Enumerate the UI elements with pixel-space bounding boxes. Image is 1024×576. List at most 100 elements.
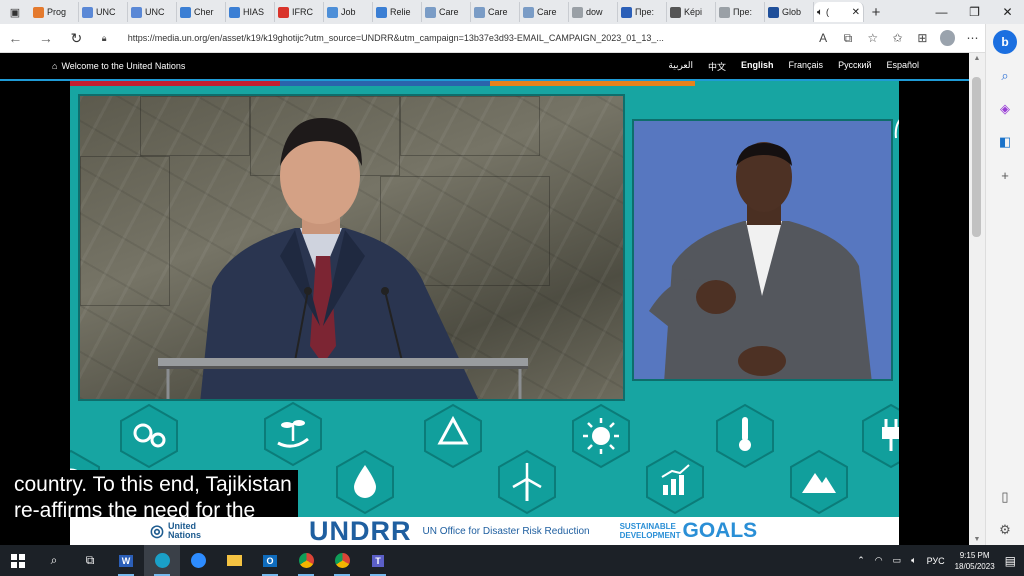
- tab-label: UNC: [96, 7, 116, 17]
- speaker-figure: [158, 118, 528, 399]
- tab-12[interactable]: Пре:: [618, 2, 667, 22]
- chrome-icon[interactable]: [288, 545, 324, 576]
- tab-15[interactable]: Glob: [765, 2, 814, 22]
- tab-11[interactable]: dow: [569, 2, 618, 22]
- document-icon: [719, 6, 730, 18]
- word-icon[interactable]: W: [108, 545, 144, 576]
- water-drop-icon: [336, 449, 394, 515]
- more-menu-icon[interactable]: ⋯: [960, 31, 985, 45]
- interpreter-figure: [649, 142, 872, 379]
- screen: ▣ Prog UNC UNC Cher HIAS IFRC Job Relie Care Care…: [0, 0, 1024, 576]
- clock[interactable]: 9:15 PM 18/05/2023: [955, 550, 995, 572]
- volume-icon[interactable]: 🔈︎: [911, 555, 916, 566]
- welcome-text: Welcome to the United Nations: [61, 61, 186, 71]
- tab-9[interactable]: Care: [471, 2, 520, 22]
- tab-label: Care: [439, 7, 459, 17]
- teams-icon[interactable]: T: [360, 545, 396, 576]
- language-link[interactable]: العربية: [668, 60, 693, 73]
- sidebar-toggle-icon[interactable]: ▯: [994, 486, 1016, 508]
- close-tab-icon[interactable]: ✕: [852, 7, 860, 18]
- scroll-thumb[interactable]: [972, 77, 981, 237]
- search-icon[interactable]: ⌕: [994, 65, 1016, 87]
- start-button[interactable]: [0, 553, 36, 568]
- tab-10[interactable]: Care: [520, 2, 569, 22]
- windows-icon[interactable]: [11, 553, 25, 568]
- app-available-icon[interactable]: ⧉: [836, 31, 861, 46]
- shopping-icon[interactable]: ◈: [994, 98, 1016, 120]
- minimize-button[interactable]: —: [925, 5, 958, 19]
- tab-2[interactable]: UNC: [128, 2, 177, 22]
- tab-8[interactable]: Care: [422, 2, 471, 22]
- sdg-line1: SUSTAINABLE: [619, 522, 676, 531]
- add-icon[interactable]: +: [994, 164, 1016, 186]
- tab-1[interactable]: UNC: [79, 2, 128, 22]
- speaker-video[interactable]: [78, 94, 625, 401]
- language-link[interactable]: Français: [789, 60, 824, 73]
- chrome-icon[interactable]: [324, 545, 360, 576]
- tab-actions-icon[interactable]: ▣: [0, 0, 30, 24]
- page-scrollbar[interactable]: ▲ ▼: [969, 53, 985, 545]
- language-link[interactable]: 中文: [708, 60, 726, 73]
- maximize-button[interactable]: ❐: [958, 5, 991, 19]
- chevron-up-icon[interactable]: ⌃: [857, 555, 865, 566]
- lock-icon[interactable]: 🔒︎: [102, 33, 114, 44]
- speaker-icon[interactable]: 🔈︎: [817, 7, 823, 18]
- sign-language-video[interactable]: [632, 119, 893, 381]
- zoom-icon[interactable]: [180, 545, 216, 576]
- tab-4[interactable]: HIAS: [226, 2, 275, 22]
- notifications-icon[interactable]: ▤: [1005, 554, 1016, 568]
- edge-sidebar: b ⌕ ◈ ◧ + ▯ ⚙: [985, 24, 1024, 545]
- new-tab-button[interactable]: +: [864, 4, 888, 21]
- tab-13[interactable]: Képi: [667, 2, 716, 22]
- favorites-icon[interactable]: ✩: [885, 31, 910, 45]
- grid-icon: [229, 6, 240, 18]
- language-link[interactable]: English: [741, 60, 774, 73]
- language-link[interactable]: Русский: [838, 60, 871, 73]
- un-icon: [768, 6, 779, 18]
- tab-3[interactable]: Cher: [177, 2, 226, 22]
- network-icon[interactable]: ◠: [875, 555, 883, 566]
- language-link[interactable]: Español: [886, 60, 919, 73]
- favorite-star-icon[interactable]: ☆: [860, 31, 885, 45]
- welcome-link[interactable]: ⌂ Welcome to the United Nations: [52, 61, 185, 71]
- gears-icon: [120, 403, 178, 469]
- tab-7[interactable]: Relie: [373, 2, 422, 22]
- input-language[interactable]: РУС: [927, 556, 945, 566]
- address-bar[interactable]: 🔒︎ https://media.un.org/en/asset/k19/k19…: [95, 27, 811, 49]
- close-window-button[interactable]: ✕: [991, 5, 1024, 19]
- un-icon: [131, 6, 142, 18]
- wind-turbine-icon: [498, 449, 556, 515]
- read-aloud-icon[interactable]: A: [811, 31, 836, 45]
- tab-active[interactable]: 🔈︎ ( ✕: [814, 2, 864, 22]
- back-button[interactable]: ←: [0, 30, 31, 46]
- avatar[interactable]: [939, 30, 956, 46]
- battery-icon[interactable]: ▭: [893, 555, 902, 566]
- forward-button[interactable]: →: [31, 30, 62, 46]
- outlook-icon[interactable]: O: [252, 545, 288, 576]
- tab-list: Prog UNC UNC Cher HIAS IFRC Job Relie Care Care Ca…: [30, 2, 814, 22]
- sdg-logo: SUSTAINABLE DEVELOPMENT GOALS: [620, 519, 758, 543]
- file-explorer-icon[interactable]: [216, 545, 252, 576]
- tab-6[interactable]: Job: [324, 2, 373, 22]
- refresh-button[interactable]: ↻: [61, 30, 92, 47]
- un-logo: ◎ United Nations: [150, 522, 201, 540]
- scroll-up-icon[interactable]: ▲: [969, 55, 985, 62]
- tab-5[interactable]: IFRC: [275, 2, 324, 22]
- tab-14[interactable]: Пре:: [716, 2, 765, 22]
- settings-gear-icon[interactable]: ⚙: [994, 519, 1016, 541]
- scroll-down-icon[interactable]: ▼: [969, 536, 985, 543]
- bing-chat-icon[interactable]: b: [993, 30, 1017, 54]
- tab-label: HIAS: [243, 7, 265, 17]
- collections-icon[interactable]: ⊞: [910, 31, 935, 45]
- task-view-icon[interactable]: ⧉: [72, 545, 108, 576]
- taskbar: ⌕ ⧉ W O T ⌃ ◠ ▭ 🔈︎ РУС 9:15 PM 18/05/202…: [0, 545, 1024, 576]
- tab-label: UNC: [145, 7, 165, 17]
- taskbar-search-icon[interactable]: ⌕: [36, 545, 72, 576]
- edge-icon[interactable]: [144, 545, 180, 576]
- un-logo-line2: Nations: [167, 530, 201, 540]
- tab-label: IFRC: [292, 7, 313, 17]
- outlook-icon[interactable]: ◧: [994, 131, 1016, 153]
- browser-toolbar: ← → ↻ 🔒︎ https://media.un.org/en/asset/k…: [0, 24, 985, 53]
- tab-0[interactable]: Prog: [30, 2, 79, 22]
- color-bar-segment: [280, 81, 490, 86]
